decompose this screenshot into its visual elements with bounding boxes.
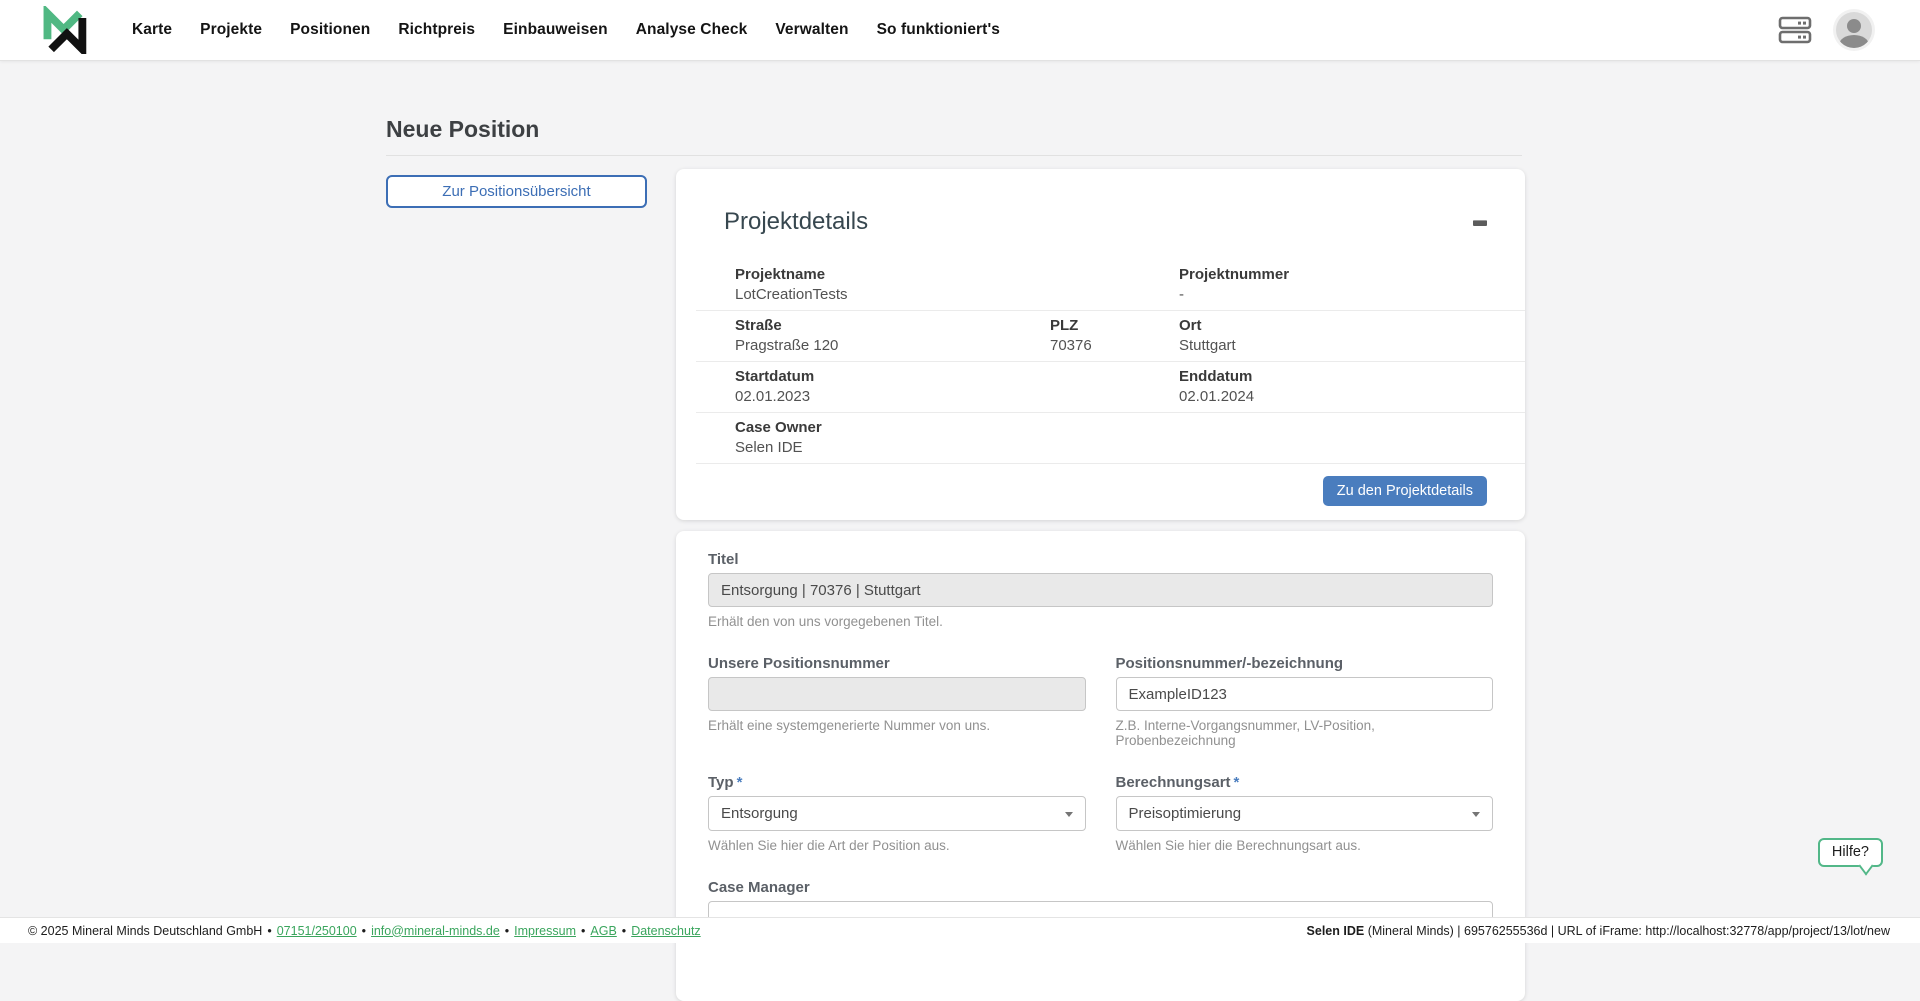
copyright-text: © 2025 Mineral Minds Deutschland GmbH bbox=[28, 924, 262, 938]
separator-dot: • bbox=[581, 924, 585, 938]
required-asterisk: * bbox=[737, 774, 743, 791]
nav-projekte[interactable]: Projekte bbox=[186, 21, 276, 39]
separator-dot: • bbox=[267, 924, 271, 938]
unsere-positionsnummer-label: Unsere Positionsnummer bbox=[708, 655, 1086, 673]
projektdetails-card: Projektdetails Projektname LotCreationTe… bbox=[676, 169, 1525, 520]
strasse-label: Straße bbox=[735, 317, 1050, 334]
ort-value: Stuttgart bbox=[1179, 336, 1525, 355]
enddatum-label: Enddatum bbox=[1179, 368, 1525, 385]
case-manager-label: Case Manager bbox=[708, 879, 1493, 897]
nav-karte[interactable]: Karte bbox=[118, 21, 186, 39]
page-content: Neue Position Zur Positionsübersicht Pro… bbox=[0, 61, 1920, 943]
chevron-down-icon bbox=[1065, 812, 1073, 817]
table-row: Straße Pragstraße 120 PLZ 70376 Ort Stut… bbox=[696, 311, 1525, 362]
nav-verwalten[interactable]: Verwalten bbox=[761, 21, 862, 39]
strasse-value: Pragstraße 120 bbox=[735, 336, 1050, 355]
titel-input bbox=[708, 573, 1493, 607]
table-row: Startdatum 02.01.2023 Enddatum 02.01.202… bbox=[696, 362, 1525, 413]
table-row: Case Owner Selen IDE bbox=[696, 413, 1525, 464]
nav-richtpreis[interactable]: Richtpreis bbox=[384, 21, 489, 39]
projektnummer-value: - bbox=[1179, 285, 1525, 304]
startdatum-label: Startdatum bbox=[735, 368, 1179, 385]
projektname-label: Projektname bbox=[735, 266, 1179, 283]
nav-analyse-check[interactable]: Analyse Check bbox=[622, 21, 762, 39]
berechnungsart-select-value: Preisoptimierung bbox=[1129, 805, 1242, 822]
projektdetails-title: Projektdetails bbox=[724, 208, 868, 236]
separator-dot: • bbox=[622, 924, 626, 938]
agb-link[interactable]: AGB bbox=[590, 924, 616, 938]
footer-user-name: Selen IDE bbox=[1307, 924, 1365, 938]
required-asterisk: * bbox=[1234, 774, 1240, 791]
projektdetails-table: Projektname LotCreationTests Projektnumm… bbox=[696, 260, 1525, 464]
typ-group: Typ* Entsorgung Wählen Sie hier die Art … bbox=[708, 774, 1086, 853]
logo-icon bbox=[38, 6, 92, 54]
hilfe-button[interactable]: Hilfe? bbox=[1818, 838, 1883, 867]
positionsnummer-helper: Z.B. Interne-Vorgangsnummer, LV-Position… bbox=[1116, 718, 1494, 748]
typ-label: Typ* bbox=[708, 774, 1086, 792]
typ-helper: Wählen Sie hier die Art der Position aus… bbox=[708, 838, 1086, 853]
avatar-head bbox=[1847, 19, 1861, 33]
footer-user-details: (Mineral Minds) | 69576255536d | URL of … bbox=[1364, 924, 1890, 938]
footer-left: © 2025 Mineral Minds Deutschland GmbH • … bbox=[28, 924, 701, 938]
title-divider bbox=[386, 155, 1522, 156]
titel-helper: Erhält den von uns vorgegebenen Titel. bbox=[708, 614, 1493, 629]
typ-select-value: Entsorgung bbox=[721, 805, 798, 822]
top-nav-bar: Karte Projekte Positionen Richtpreis Ein… bbox=[0, 0, 1920, 61]
phone-link[interactable]: 07151/250100 bbox=[277, 924, 357, 938]
case-owner-label: Case Owner bbox=[735, 419, 1179, 436]
projektname-value: LotCreationTests bbox=[735, 285, 1179, 304]
unsere-positionsnummer-input bbox=[708, 677, 1086, 711]
berechnungsart-select[interactable]: Preisoptimierung bbox=[1116, 796, 1494, 831]
footer-user-info: Selen IDE (Mineral Minds) | 69576255536d… bbox=[1307, 924, 1890, 938]
separator-dot: • bbox=[362, 924, 366, 938]
unsere-positionsnummer-group: Unsere Positionsnummer Erhält eine syste… bbox=[708, 655, 1086, 748]
berechnungsart-label-text: Berechnungsart bbox=[1116, 774, 1231, 791]
chevron-down-icon bbox=[1472, 812, 1480, 817]
enddatum-value: 02.01.2024 bbox=[1179, 387, 1525, 406]
positionsnummer-input[interactable] bbox=[1116, 677, 1494, 711]
separator-dot: • bbox=[505, 924, 509, 938]
titel-group: Titel Erhält den von uns vorgegebenen Ti… bbox=[708, 551, 1493, 629]
berechnungsart-label: Berechnungsart* bbox=[1116, 774, 1494, 792]
nav-einbauweisen[interactable]: Einbauweisen bbox=[489, 21, 622, 39]
collapse-icon[interactable] bbox=[1473, 220, 1487, 226]
typ-label-text: Typ bbox=[708, 774, 734, 791]
titel-label: Titel bbox=[708, 551, 1493, 569]
typ-select[interactable]: Entsorgung bbox=[708, 796, 1086, 831]
avatar-shoulders bbox=[1839, 35, 1869, 48]
zur-positionsuebersicht-button[interactable]: Zur Positionsübersicht bbox=[386, 175, 647, 208]
positionsnummer-label: Positionsnummer/-bezeichnung bbox=[1116, 655, 1494, 673]
table-row: Projektname LotCreationTests Projektnumm… bbox=[696, 260, 1525, 311]
plz-value: 70376 bbox=[1050, 336, 1179, 355]
footer: © 2025 Mineral Minds Deutschland GmbH • … bbox=[0, 917, 1920, 943]
user-avatar-icon[interactable] bbox=[1836, 12, 1872, 48]
main-nav: Karte Projekte Positionen Richtpreis Ein… bbox=[118, 21, 1014, 39]
berechnungsart-group: Berechnungsart* Preisoptimierung Wählen … bbox=[1116, 774, 1494, 853]
server-icon[interactable] bbox=[1778, 16, 1812, 44]
nav-so-funktionierts[interactable]: So funktioniert's bbox=[863, 21, 1014, 39]
startdatum-value: 02.01.2023 bbox=[735, 387, 1179, 406]
datenschutz-link[interactable]: Datenschutz bbox=[631, 924, 700, 938]
email-link[interactable]: info@mineral-minds.de bbox=[371, 924, 500, 938]
header-right bbox=[1778, 12, 1872, 48]
zu-den-projektdetails-button[interactable]: Zu den Projektdetails bbox=[1323, 476, 1487, 506]
plz-label: PLZ bbox=[1050, 317, 1179, 334]
page-title: Neue Position bbox=[386, 116, 539, 143]
berechnungsart-helper: Wählen Sie hier die Berechnungsart aus. bbox=[1116, 838, 1494, 853]
case-owner-value: Selen IDE bbox=[735, 438, 1179, 457]
positionsnummer-group: Positionsnummer/-bezeichnung Z.B. Intern… bbox=[1116, 655, 1494, 748]
mineral-minds-logo[interactable] bbox=[38, 5, 94, 55]
unsere-positionsnummer-helper: Erhält eine systemgenerierte Nummer von … bbox=[708, 718, 1086, 733]
projektnummer-label: Projektnummer bbox=[1179, 266, 1525, 283]
nav-positionen[interactable]: Positionen bbox=[276, 21, 384, 39]
ort-label: Ort bbox=[1179, 317, 1525, 334]
impressum-link[interactable]: Impressum bbox=[514, 924, 576, 938]
